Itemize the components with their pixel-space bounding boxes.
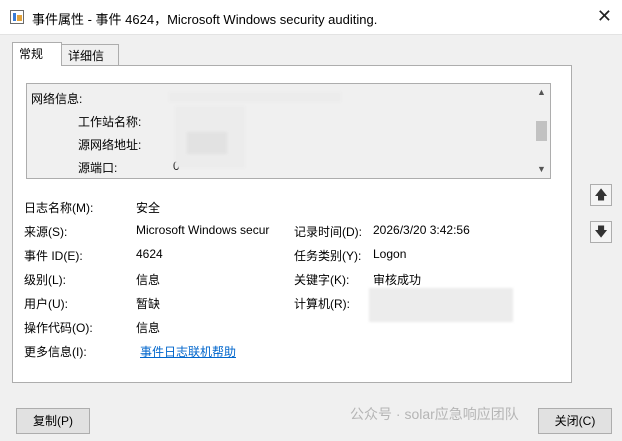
network-info-header: 网络信息: bbox=[31, 92, 83, 106]
source-port-label: 源端口: bbox=[78, 161, 118, 175]
arrow-up-icon: 🡅 bbox=[594, 187, 608, 202]
arrow-down-icon: 🡇 bbox=[594, 224, 608, 239]
scroll-up-arrow-icon[interactable]: ▲ bbox=[537, 87, 546, 97]
user-value[interactable]: 暂缺 bbox=[136, 295, 160, 312]
redacted-block bbox=[169, 92, 341, 102]
logged-time-value[interactable]: 2026/3/20 3:42:56 bbox=[373, 223, 470, 237]
level-value[interactable]: 信息 bbox=[136, 271, 160, 288]
scroll-down-arrow-icon[interactable]: ▼ bbox=[537, 164, 546, 174]
tab-general[interactable]: 常规 bbox=[12, 42, 62, 66]
event-id-value[interactable]: 4624 bbox=[136, 247, 163, 261]
close-button[interactable]: 关闭(C) bbox=[538, 408, 612, 434]
source-label: 来源(S): bbox=[24, 225, 68, 239]
more-info-label: 更多信息(I): bbox=[24, 345, 87, 359]
log-name-value[interactable]: 安全 bbox=[136, 199, 160, 216]
task-category-value[interactable]: Logon bbox=[373, 247, 406, 261]
next-event-button[interactable]: 🡇 bbox=[590, 221, 612, 243]
redacted-block bbox=[187, 132, 227, 154]
watermark: 公众号 · solar应急响应团队 bbox=[350, 406, 519, 422]
event-description-box[interactable]: 网络信息: 工作站名称: 源网络地址: 源端口: 0 ▲ ▼ bbox=[26, 83, 551, 179]
task-category-label: 任务类别(Y): bbox=[294, 249, 362, 263]
level-label: 级别(L): bbox=[24, 273, 67, 287]
event-id-label: 事件 ID(E): bbox=[24, 249, 83, 263]
workstation-name-label: 工作站名称: bbox=[78, 115, 142, 129]
log-name-label: 日志名称(M): bbox=[24, 201, 94, 215]
opcode-value[interactable]: 信息 bbox=[136, 319, 160, 336]
previous-event-button[interactable]: 🡅 bbox=[590, 184, 612, 206]
keywords-value[interactable]: 审核成功 bbox=[373, 271, 421, 288]
scrollbar-thumb[interactable] bbox=[536, 121, 547, 141]
title-bar: 事件属性 - 事件 4624，Microsoft Windows securit… bbox=[0, 0, 622, 35]
source-value[interactable]: Microsoft Windows secur bbox=[136, 223, 286, 237]
redacted-computer-value bbox=[369, 288, 513, 322]
opcode-label: 操作代码(O): bbox=[24, 321, 93, 335]
computer-label: 计算机(R): bbox=[294, 297, 350, 311]
logged-time-label: 记录时间(D): bbox=[294, 225, 362, 239]
copy-button[interactable]: 复制(P) bbox=[16, 408, 90, 434]
event-viewer-icon bbox=[10, 10, 24, 24]
window-title: 事件属性 - 事件 4624，Microsoft Windows securit… bbox=[32, 12, 378, 27]
close-icon[interactable]: ✕ bbox=[597, 6, 612, 27]
tab-details[interactable]: 详细信息 bbox=[61, 44, 119, 85]
user-label: 用户(U): bbox=[24, 297, 68, 311]
source-network-address-label: 源网络地址: bbox=[78, 138, 142, 152]
event-log-online-help-link[interactable]: 事件日志联机帮助 bbox=[140, 343, 236, 360]
description-scrollbar[interactable]: ▲ ▼ bbox=[533, 84, 550, 178]
general-panel: 网络信息: 工作站名称: 源网络地址: 源端口: 0 ▲ ▼ 日志名称(M): … bbox=[12, 65, 572, 383]
keywords-label: 关键字(K): bbox=[294, 273, 350, 287]
